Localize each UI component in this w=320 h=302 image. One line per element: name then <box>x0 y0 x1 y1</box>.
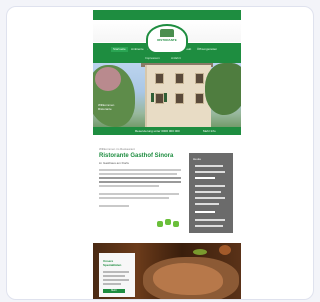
sidebar-caption: Heute <box>193 157 202 161</box>
sidebar-row <box>195 203 219 205</box>
more-info-link[interactable]: Mehr Info <box>203 129 216 133</box>
specialties-heading: Unsere Spezialitäten <box>103 259 121 267</box>
subnav-anfahrt[interactable]: Anfahrt <box>171 56 181 60</box>
text-line <box>99 193 179 195</box>
intro-text: Willkommen im Restaurant <box>99 147 135 151</box>
text-line <box>103 275 125 277</box>
nav-item-ambiente[interactable]: Ambiente <box>131 47 144 52</box>
sidebar-row <box>195 165 223 167</box>
preview-card: RISTORANTE Startseite Ambiente Speisen M… <box>6 6 314 300</box>
text-line <box>99 197 169 199</box>
window <box>195 93 204 104</box>
window <box>195 73 204 84</box>
blossom-tree <box>95 67 121 91</box>
sidebar-row <box>195 225 223 227</box>
text-line <box>99 177 181 179</box>
header: RISTORANTE <box>93 20 241 54</box>
sidebar-row <box>195 219 225 221</box>
herbs <box>193 249 207 255</box>
house-icon <box>160 29 174 37</box>
nav-item-oeffnungszeiten[interactable]: Öffnungszeiten <box>197 47 217 52</box>
window <box>155 93 164 104</box>
subnav-impressum[interactable]: Impressum <box>145 56 160 60</box>
top-bar <box>93 10 241 20</box>
specialties-heading-line: Spezialitäten <box>103 263 122 267</box>
sidebar-row <box>195 191 221 193</box>
text-line <box>103 279 129 281</box>
food-banner: Unsere Spezialitäten Mehr <box>93 243 241 299</box>
text-line <box>103 271 129 273</box>
window <box>175 73 184 84</box>
info-sidebar: Heute <box>189 153 233 233</box>
shutter <box>151 93 154 102</box>
text-line <box>103 283 121 285</box>
restaurant-logo[interactable]: RISTORANTE <box>146 24 188 54</box>
hero-image: Willkommen Ristorante Reservierung unter… <box>93 63 241 135</box>
text-line <box>99 173 177 175</box>
text-line <box>99 185 159 187</box>
window <box>155 73 164 84</box>
food-icon <box>165 219 171 225</box>
hero-bar: Reservierung unter 0000 000 000 Mehr Inf… <box>93 127 241 135</box>
text-line <box>99 205 129 207</box>
tree <box>205 63 241 115</box>
sidebar-highlight <box>195 211 215 213</box>
page-title: Ristorante Gasthof Sinora <box>99 153 174 159</box>
sidebar-row <box>195 197 225 199</box>
website-screenshot[interactable]: RISTORANTE Startseite Ambiente Speisen M… <box>93 7 241 299</box>
roast-meat <box>153 263 223 295</box>
food-icon <box>157 221 163 227</box>
content-section: Willkommen im Restaurant Ristorante Gast… <box>93 137 241 237</box>
sidebar-highlight <box>195 177 215 179</box>
window <box>175 93 184 104</box>
reservation-text: Reservierung unter 0000 000 000 <box>135 129 180 133</box>
garnish <box>219 245 231 255</box>
sidebar-row <box>195 171 225 173</box>
hero-caption-line: Ristorante <box>98 107 112 111</box>
hero-caption: Willkommen Ristorante <box>98 103 114 111</box>
text-line <box>99 181 181 183</box>
text-line <box>99 169 181 171</box>
more-button[interactable]: Mehr <box>103 289 125 293</box>
nav-item-home[interactable]: Startseite <box>111 47 128 52</box>
food-icon <box>173 221 179 227</box>
shutter <box>164 93 167 102</box>
page-subtitle: im Gasthaus am Dorfe <box>99 161 130 165</box>
logo-text: RISTORANTE <box>157 38 177 42</box>
sidebar-row <box>195 185 225 187</box>
building <box>145 65 211 135</box>
specialties-card: Unsere Spezialitäten Mehr <box>99 253 135 297</box>
